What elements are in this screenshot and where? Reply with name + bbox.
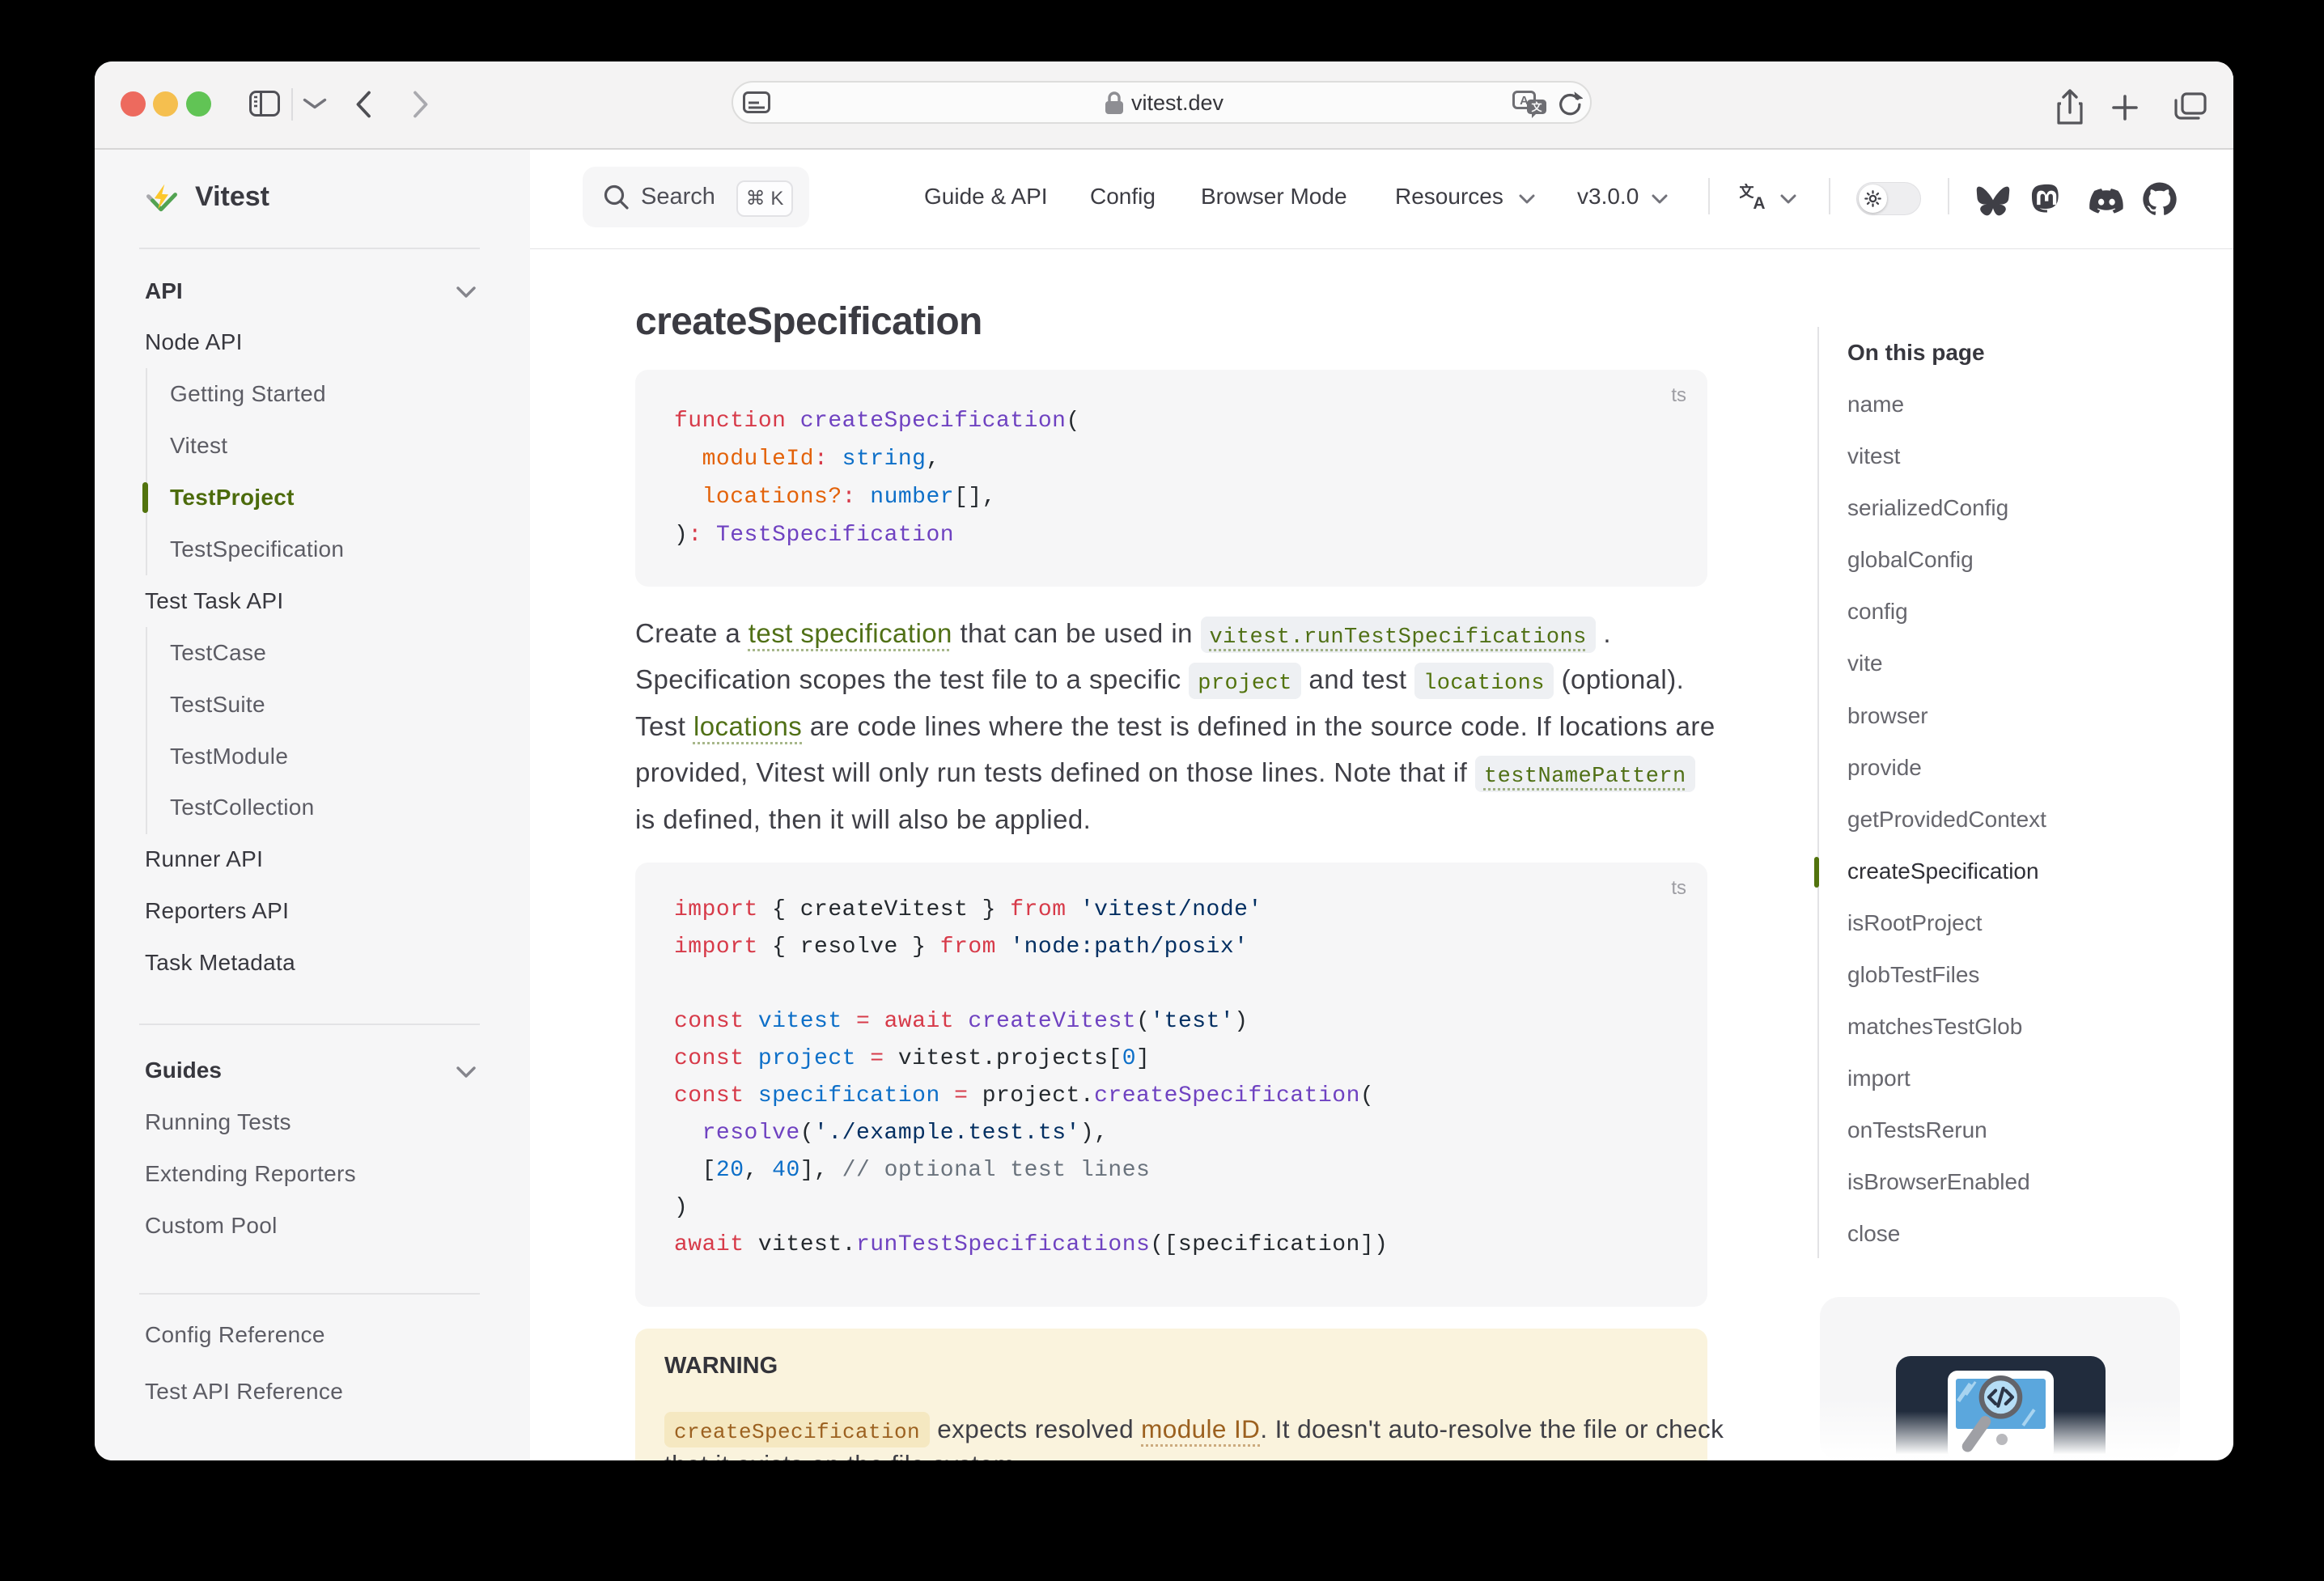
svg-text:文: 文 — [1531, 101, 1542, 113]
svg-text:A: A — [1753, 194, 1765, 211]
